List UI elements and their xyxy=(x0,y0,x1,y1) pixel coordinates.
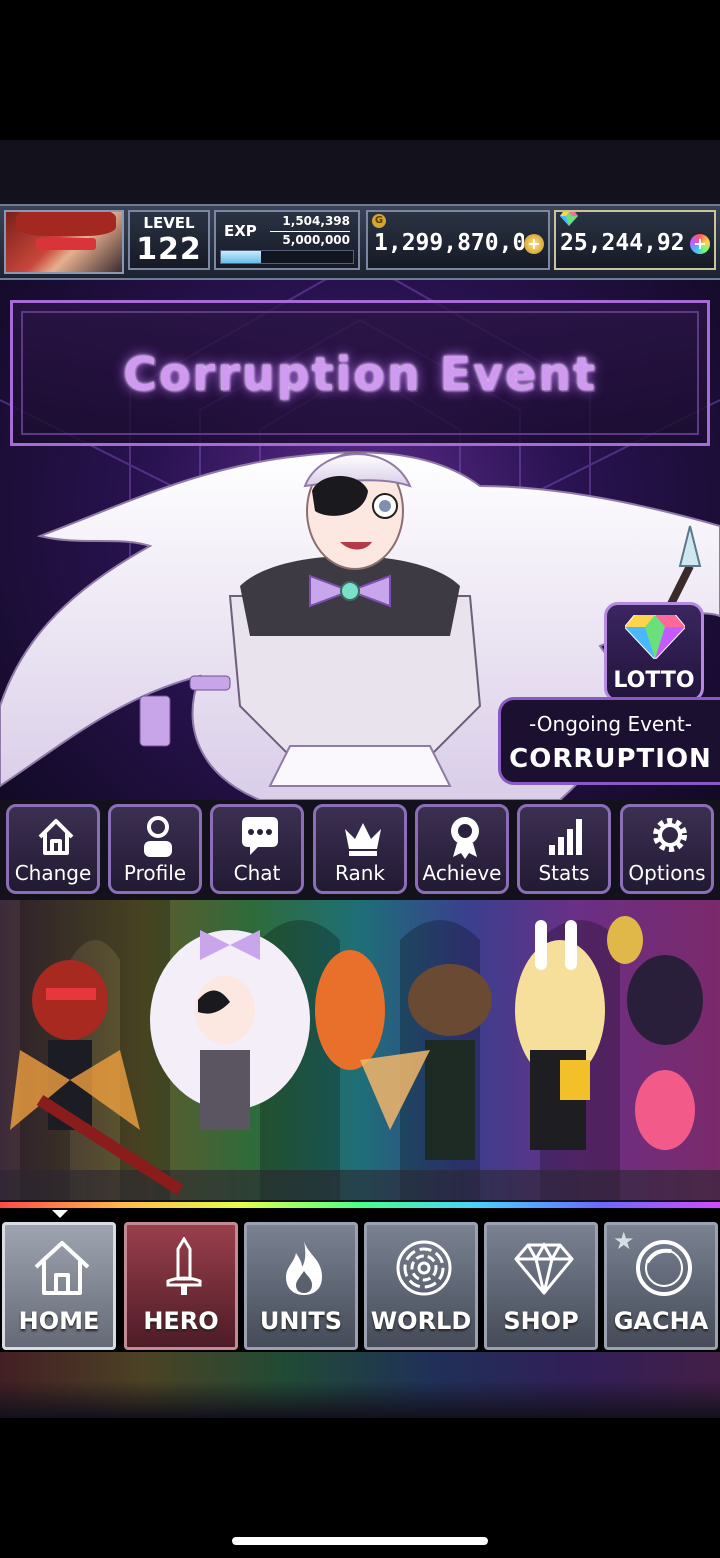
gems-panel: 25,244,92 + xyxy=(554,210,716,270)
achieve-label: Achieve xyxy=(422,861,502,885)
ongoing-event-tag[interactable]: -Ongoing Event- CORRUPTION xyxy=(498,697,720,785)
profile-button[interactable]: Profile xyxy=(108,804,202,894)
nav-rainbow-divider xyxy=(0,1202,720,1208)
lotto-gem-icon xyxy=(625,615,685,659)
exp-progress-fill xyxy=(221,251,261,263)
portal-icon xyxy=(396,1240,452,1296)
active-tab-caret xyxy=(52,1210,68,1218)
change-button[interactable]: Change xyxy=(6,804,100,894)
chat-button[interactable]: Chat xyxy=(210,804,304,894)
nav-units-label: UNITS xyxy=(259,1307,343,1335)
player-avatar[interactable] xyxy=(4,210,124,274)
profile-label: Profile xyxy=(123,861,187,885)
level-value: 122 xyxy=(136,232,202,267)
nav-hero-label: HERO xyxy=(143,1307,219,1335)
nav-units[interactable]: UNITS xyxy=(244,1222,358,1350)
lotto-label: LOTTO xyxy=(613,668,695,693)
home-outline-icon xyxy=(38,819,74,855)
person-icon xyxy=(144,816,172,857)
rank-button[interactable]: Rank xyxy=(313,804,407,894)
event-banner-title: Corruption Event xyxy=(123,347,597,401)
gear-icon xyxy=(653,818,687,852)
menu-row: Change Profile Chat Rank Achieve Stats O… xyxy=(0,800,720,896)
diamond-icon xyxy=(514,1241,574,1295)
nav-home-label: HOME xyxy=(18,1307,100,1335)
rainbow-gem-icon xyxy=(560,212,578,226)
gold-panel: G 1,299,870,07 + xyxy=(366,210,550,270)
gold-coin-icon: G xyxy=(372,214,386,228)
nav-shop[interactable]: SHOP xyxy=(484,1222,598,1350)
lotto-button[interactable]: LOTTO xyxy=(604,602,704,702)
ongoing-event-label: -Ongoing Event- xyxy=(529,712,692,736)
options-button[interactable]: Options xyxy=(620,804,714,894)
nav-gacha[interactable]: ★ GACHA xyxy=(604,1222,718,1350)
crystal-ball-icon xyxy=(636,1240,692,1296)
exp-label: EXP xyxy=(224,222,257,240)
event-banner[interactable]: Corruption Event xyxy=(10,300,710,446)
home-indicator[interactable] xyxy=(232,1537,488,1545)
medal-icon xyxy=(451,817,479,859)
party-characters-art xyxy=(0,900,720,1200)
stats-button[interactable]: Stats xyxy=(517,804,611,894)
stats-label: Stats xyxy=(538,861,590,885)
exp-panel: EXP 1,504,398 5,000,000 xyxy=(214,210,360,270)
sword-icon xyxy=(166,1237,202,1295)
bottom-nav: HOME HERO UNITS WORLD SHOP ★ GACHA xyxy=(0,1202,720,1352)
add-gold-button[interactable]: + xyxy=(524,234,544,254)
chat-label: Chat xyxy=(233,861,281,885)
crown-icon xyxy=(345,823,381,856)
speech-bubble-icon xyxy=(242,817,278,855)
nav-shop-label: SHOP xyxy=(503,1307,579,1335)
options-label: Options xyxy=(628,861,706,885)
add-gems-button[interactable]: + xyxy=(690,234,710,254)
level-panel: LEVEL 122 xyxy=(128,210,210,270)
nav-world[interactable]: WORLD xyxy=(364,1222,478,1350)
bar-chart-icon xyxy=(549,819,582,855)
exp-progress-bar xyxy=(220,250,354,264)
gold-value: 1,299,870,07 xyxy=(374,230,524,256)
level-label: LEVEL xyxy=(143,214,195,232)
game-screen: LEVEL 122 EXP 1,504,398 5,000,000 G 1,29… xyxy=(0,140,720,1418)
status-bar: LEVEL 122 EXP 1,504,398 5,000,000 G 1,29… xyxy=(0,204,720,280)
party-scene xyxy=(0,900,720,1200)
gems-value: 25,244,92 xyxy=(560,230,685,256)
star-icon: ★ xyxy=(613,1227,635,1255)
rank-label: Rank xyxy=(335,861,385,885)
flame-icon xyxy=(286,1241,322,1295)
ongoing-event-name: CORRUPTION xyxy=(509,744,712,774)
nav-world-label: WORLD xyxy=(370,1307,472,1335)
change-label: Change xyxy=(14,861,92,885)
achieve-button[interactable]: Achieve xyxy=(415,804,509,894)
house-icon xyxy=(34,1241,90,1295)
exp-current: 1,504,398 xyxy=(282,214,350,228)
event-stage: Corruption Event LOTTO -Ongoing Event- C… xyxy=(0,280,720,800)
exp-max: 5,000,000 xyxy=(282,233,350,247)
nav-home[interactable]: HOME xyxy=(2,1222,116,1350)
exp-divider xyxy=(270,231,350,232)
nav-hero[interactable]: HERO xyxy=(124,1222,238,1350)
nav-gacha-label: GACHA xyxy=(613,1307,709,1335)
